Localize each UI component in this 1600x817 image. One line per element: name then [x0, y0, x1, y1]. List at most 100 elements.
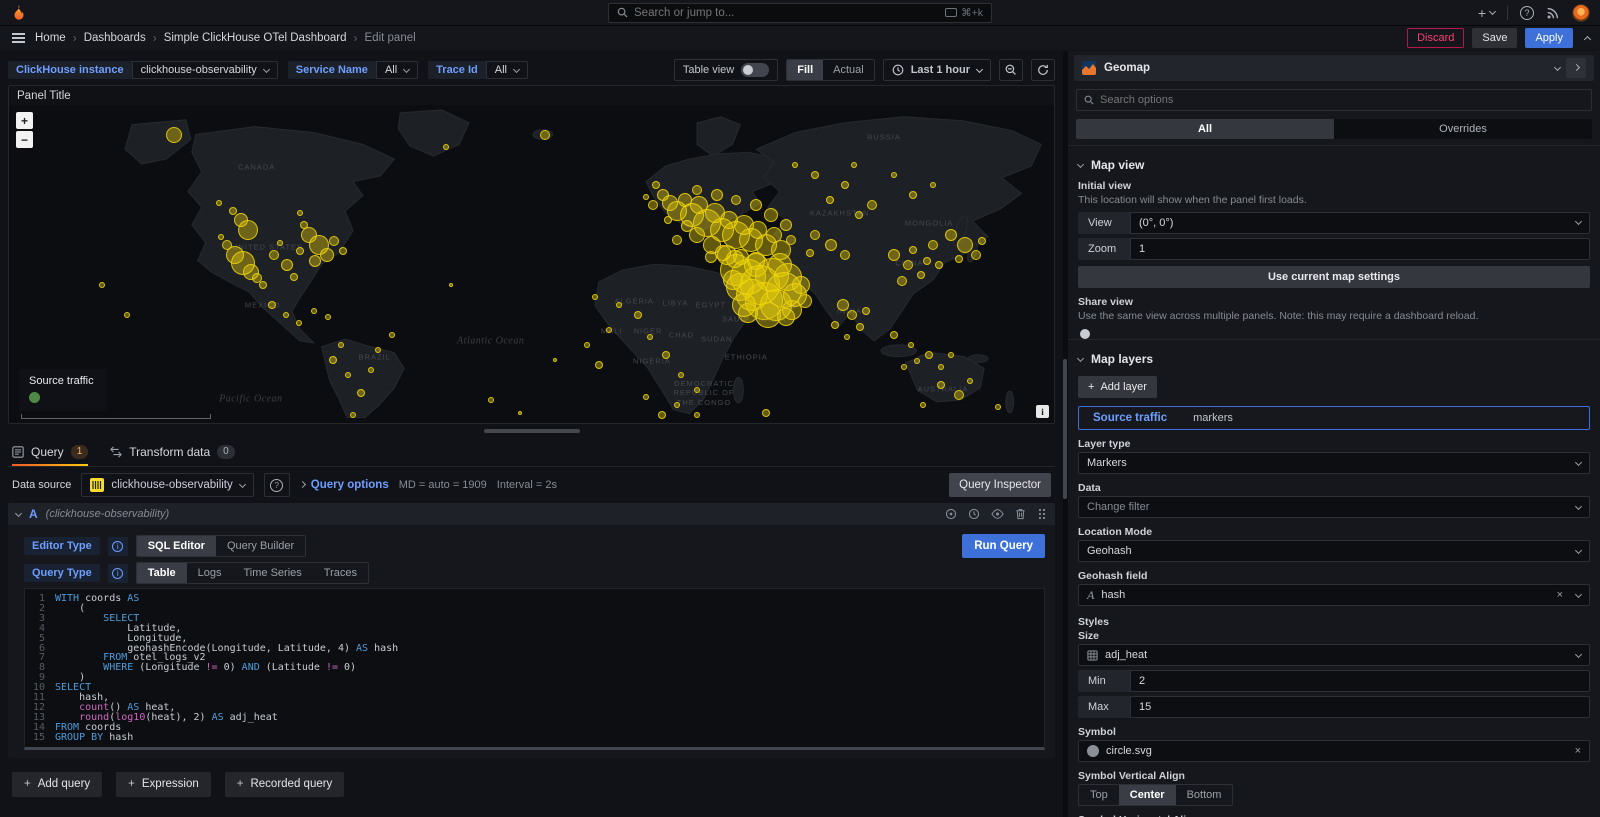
map-marker[interactable]: [798, 294, 812, 308]
map-marker[interactable]: [259, 281, 267, 289]
panel-title[interactable]: Panel Title: [9, 86, 1054, 105]
options-search[interactable]: [1076, 89, 1592, 111]
map-marker[interactable]: [806, 249, 814, 257]
map-marker[interactable]: [825, 239, 837, 251]
map-marker[interactable]: [847, 310, 857, 320]
query-type-table[interactable]: Table: [137, 563, 187, 583]
map-marker[interactable]: [320, 248, 334, 262]
map-marker[interactable]: [930, 182, 936, 188]
map-marker[interactable]: [909, 191, 917, 199]
add-query-button[interactable]: +Add query: [12, 772, 102, 797]
panel-resize-handle[interactable]: [484, 429, 580, 433]
map-marker[interactable]: [357, 389, 365, 397]
map-marker[interactable]: [711, 189, 723, 201]
map-marker[interactable]: [897, 276, 907, 286]
map-marker[interactable]: [811, 171, 819, 179]
map-marker[interactable]: [855, 211, 863, 219]
map-marker[interactable]: [329, 236, 339, 246]
map-marker[interactable]: [792, 276, 810, 294]
hide-response-icon[interactable]: [991, 508, 1004, 520]
tab-overrides[interactable]: Overrides: [1334, 119, 1592, 139]
viz-picker-chevron-icon[interactable]: [1554, 63, 1561, 70]
map-marker[interactable]: [723, 270, 743, 290]
save-button[interactable]: Save: [1472, 28, 1517, 48]
sva-top[interactable]: Top: [1079, 785, 1119, 805]
query-type-traces[interactable]: Traces: [313, 563, 368, 583]
map-marker[interactable]: [967, 378, 973, 384]
map-marker[interactable]: [166, 127, 182, 143]
datasource-picker[interactable]: clickhouse-observability: [81, 473, 253, 497]
map-marker[interactable]: [368, 367, 374, 373]
map-marker[interactable]: [694, 387, 700, 393]
search-input[interactable]: [634, 7, 939, 19]
location-mode-select[interactable]: Geohash: [1078, 540, 1590, 562]
max-input[interactable]: [1130, 696, 1590, 718]
map-marker[interactable]: [277, 240, 283, 246]
map-marker[interactable]: [862, 307, 870, 315]
map-marker[interactable]: [338, 342, 344, 348]
map-marker[interactable]: [938, 364, 944, 370]
run-query-button[interactable]: Run Query: [962, 534, 1045, 558]
map-marker[interactable]: [744, 253, 768, 277]
map-marker[interactable]: [920, 402, 926, 408]
map-marker[interactable]: [518, 411, 522, 415]
map-marker[interactable]: [443, 144, 449, 150]
map-marker[interactable]: [925, 351, 933, 359]
map-marker[interactable]: [643, 394, 649, 400]
refresh-button[interactable]: [1031, 59, 1055, 81]
map-marker[interactable]: [844, 334, 850, 340]
query-type-logs[interactable]: Logs: [187, 563, 233, 583]
map-marker[interactable]: [762, 409, 770, 417]
map-marker[interactable]: [652, 181, 660, 189]
drag-handle-icon[interactable]: [1037, 508, 1047, 520]
map-marker[interactable]: [674, 402, 680, 408]
map-marker[interactable]: [634, 311, 642, 319]
map-marker[interactable]: [648, 200, 658, 210]
grafana-logo-icon[interactable]: [10, 4, 28, 22]
query-header[interactable]: A (clickhouse-observability): [8, 503, 1055, 525]
layer-type-select[interactable]: Markers: [1078, 452, 1590, 474]
visualization-picker[interactable]: Geomap: [1074, 55, 1594, 81]
tab-transform-data[interactable]: Transform data 0: [110, 445, 234, 466]
editor-type-sql-editor[interactable]: SQL Editor: [137, 536, 216, 556]
map-marker[interactable]: [329, 356, 337, 364]
map-marker[interactable]: [750, 199, 762, 211]
expression-button[interactable]: +Expression: [116, 772, 211, 797]
map-marker[interactable]: [290, 273, 298, 281]
map-marker[interactable]: [99, 282, 105, 288]
zoom-input[interactable]: [1130, 238, 1590, 260]
options-search-input[interactable]: [1100, 94, 1584, 106]
apply-button[interactable]: Apply: [1525, 28, 1573, 48]
map-marker[interactable]: [780, 219, 792, 231]
map-marker[interactable]: [738, 303, 758, 323]
map-marker[interactable]: [867, 200, 877, 210]
map-marker[interactable]: [841, 181, 849, 189]
discard-button[interactable]: Discard: [1407, 28, 1464, 48]
menu-icon[interactable]: [10, 31, 27, 45]
actual-option[interactable]: Actual: [823, 60, 874, 80]
map-marker[interactable]: [777, 308, 795, 326]
add-menu-button[interactable]: +: [1478, 5, 1495, 21]
map-marker[interactable]: [222, 240, 232, 250]
map-marker[interactable]: [928, 240, 938, 250]
toggle-switch[interactable]: [741, 63, 769, 77]
map-layers-header[interactable]: Map layers: [1078, 350, 1590, 372]
collapse-pane-icon[interactable]: [1584, 35, 1591, 42]
query-type-time-series[interactable]: Time Series: [233, 563, 313, 583]
variable-value-dropdown[interactable]: clickhouse-observability: [132, 61, 278, 79]
variable-value-dropdown[interactable]: All: [376, 61, 418, 79]
min-input[interactable]: [1130, 670, 1590, 692]
sva-center[interactable]: Center: [1119, 785, 1176, 805]
global-search[interactable]: ⌘+k: [608, 3, 992, 23]
map-marker[interactable]: [216, 200, 222, 206]
map-marker[interactable]: [658, 411, 666, 419]
map-marker[interactable]: [300, 221, 308, 229]
map-marker[interactable]: [954, 390, 964, 400]
map-marker[interactable]: [606, 327, 612, 333]
help-icon[interactable]: ?: [1520, 6, 1534, 20]
geohash-field-select[interactable]: A hash ×: [1078, 584, 1590, 606]
tab-all[interactable]: All: [1076, 119, 1334, 139]
map-marker[interactable]: [851, 162, 857, 168]
map-marker[interactable]: [692, 185, 702, 195]
map-marker[interactable]: [917, 271, 925, 279]
